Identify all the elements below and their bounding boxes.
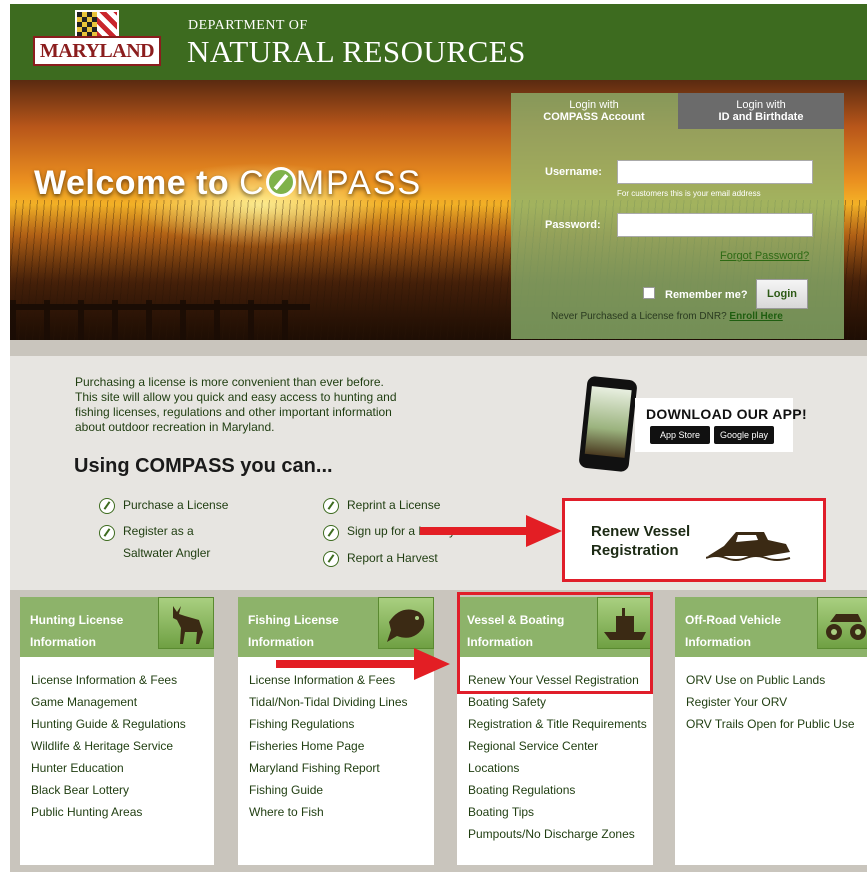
compass-wordmark: C MPASS [239, 164, 423, 202]
maryland-logo[interactable]: MARYLAND [33, 10, 161, 68]
phone-image [578, 375, 638, 473]
enroll-prompt: Never Purchased a License from DNR? Enro… [551, 311, 783, 322]
username-input[interactable] [617, 160, 813, 184]
compass-icon [265, 167, 296, 197]
login-panel: Login with COMPASS Account Login with ID… [511, 93, 844, 339]
list-item[interactable]: Wildlife & Heritage Service [31, 735, 186, 757]
pointer-arrow-head [414, 648, 450, 680]
renew-vessel-label: Renew Vessel Registration [591, 523, 691, 559]
list-item[interactable]: Maryland Fishing Report [249, 757, 408, 779]
intro-text: Purchasing a license is more convenient … [75, 375, 397, 434]
username-hint: For customers this is your email address [617, 189, 761, 198]
vessel-links: Renew Your Vessel Registration Boating S… [468, 669, 647, 845]
card-title: Fishing License Information [248, 613, 339, 649]
forgot-password-link[interactable]: Forgot Password? [720, 250, 809, 262]
list-item[interactable]: Locations [468, 757, 647, 779]
option-report-harvest[interactable]: Report a Harvest [347, 547, 438, 569]
list-item[interactable]: License Information & Fees [249, 669, 408, 691]
pointer-arrow-head [526, 515, 562, 547]
list-item[interactable]: Hunting Guide & Regulations [31, 713, 186, 735]
list-item[interactable]: Fishing Regulations [249, 713, 408, 735]
using-heading: Using COMPASS you can... [74, 455, 333, 477]
dept-subtitle: DEPARTMENT OF [188, 18, 308, 33]
list-item[interactable]: Where to Fish [249, 801, 408, 823]
hunting-links: License Information & Fees Game Manageme… [31, 669, 186, 823]
list-item[interactable]: Fisheries Home Page [249, 735, 408, 757]
orv-links: ORV Use on Public Lands Register Your OR… [686, 669, 855, 735]
vessel-card-highlight [457, 592, 653, 694]
compass-bullet-icon [99, 525, 115, 541]
fishing-links: License Information & Fees Tidal/Non-Tid… [249, 669, 408, 823]
hero-dock-posts [10, 300, 310, 340]
card-header: Hunting License Information [20, 597, 214, 657]
list-item[interactable]: Pumpouts/No Discharge Zones [468, 823, 647, 845]
list-item[interactable]: Public Hunting Areas [31, 801, 186, 823]
list-item[interactable]: Registration & Title Requirements [468, 713, 647, 735]
dept-title: NATURAL RESOURCES [187, 34, 526, 69]
download-app-title: DOWNLOAD OUR APP! [646, 406, 807, 422]
fish-icon [378, 597, 434, 649]
list-item[interactable]: Tidal/Non-Tidal Dividing Lines [249, 691, 408, 713]
boat-icon [706, 532, 791, 561]
card-fishing: Fishing License Information License Info… [238, 597, 434, 865]
compass-bullet-icon [323, 498, 339, 514]
list-item[interactable]: Black Bear Lottery [31, 779, 186, 801]
tab-compass-account[interactable]: Login with COMPASS Account [511, 93, 677, 129]
card-title: Hunting License Information [30, 613, 124, 649]
remember-me-checkbox[interactable] [643, 287, 655, 299]
compass-bullet-icon [99, 498, 115, 514]
list-item[interactable]: Game Management [31, 691, 186, 713]
logo-wordmark: MARYLAND [33, 36, 161, 66]
remember-me-label: Remember me? [665, 289, 748, 301]
app-store-badge[interactable]: App Store [650, 426, 710, 444]
card-title: Off-Road Vehicle Information [685, 613, 782, 649]
compass-bullet-icon [323, 551, 339, 567]
welcome-text: Welcome to [34, 164, 230, 202]
list-item[interactable]: License Information & Fees [31, 669, 186, 691]
list-item[interactable]: Boating Tips [468, 801, 647, 823]
site-header: MARYLAND DEPARTMENT OF NATURAL RESOURCES [0, 0, 867, 80]
password-label: Password: [545, 219, 601, 231]
card-orv: Off-Road Vehicle Information ORV Use on … [675, 597, 867, 865]
card-header: Fishing License Information [238, 597, 434, 657]
pointer-arrow [420, 527, 530, 535]
list-item[interactable]: Hunter Education [31, 757, 186, 779]
list-item[interactable]: Boating Regulations [468, 779, 647, 801]
deer-icon [158, 597, 214, 649]
enroll-link[interactable]: Enroll Here [729, 311, 782, 322]
tab-id-birthdate[interactable]: Login with ID and Birthdate [678, 93, 844, 129]
password-input[interactable] [617, 213, 813, 237]
list-item[interactable]: Boating Safety [468, 691, 647, 713]
compass-bullet-icon [323, 525, 339, 541]
list-item[interactable]: Regional Service Center [468, 735, 647, 757]
option-purchase-license[interactable]: Purchase a License [123, 494, 228, 516]
list-item[interactable]: Register Your ORV [686, 691, 855, 713]
atv-icon [817, 597, 867, 649]
welcome-heading: Welcome to C MPASS [34, 164, 422, 203]
option-reprint-license[interactable]: Reprint a License [347, 494, 440, 516]
list-item[interactable]: ORV Trails Open for Public Use [686, 713, 855, 735]
pointer-arrow [276, 660, 416, 668]
google-play-badge[interactable]: Google play [714, 426, 774, 444]
list-item[interactable]: Fishing Guide [249, 779, 408, 801]
card-header: Off-Road Vehicle Information [675, 597, 867, 657]
username-label: Username: [545, 166, 602, 178]
card-hunting: Hunting License Information License Info… [20, 597, 214, 865]
list-item[interactable]: ORV Use on Public Lands [686, 669, 855, 691]
login-button[interactable]: Login [756, 279, 808, 309]
option-register-angler[interactable]: Register as a Saltwater Angler [123, 520, 210, 564]
